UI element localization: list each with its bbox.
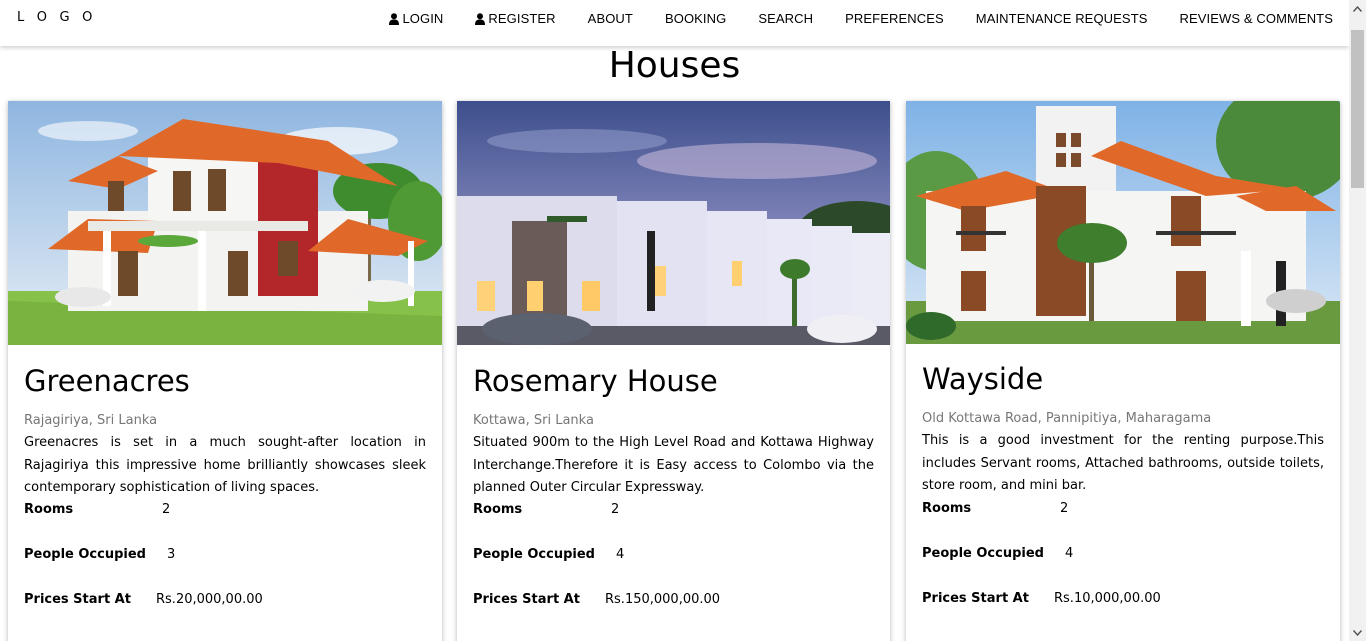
house-name[interactable]: Rosemary House (473, 363, 874, 399)
nav-register-link[interactable]: REGISTER (459, 0, 571, 37)
scroll-up-arrow-icon[interactable] (1349, 0, 1366, 17)
house-location: Rajagiriya, Sri Lanka (24, 413, 158, 428)
price-value: Rs.150,000,00.00 (605, 591, 721, 607)
rooms-value: 2 (1060, 500, 1069, 516)
rooms-label: Rooms (922, 500, 972, 516)
house-location: Kottawa, Sri Lanka (473, 413, 594, 428)
page-scrollbar[interactable] (1349, 0, 1366, 641)
house-description: Situated 900m to the High Level Road and… (473, 435, 874, 495)
people-occupied-label: People Occupied (24, 546, 146, 562)
people-occupied-row: People Occupied 4 (922, 545, 1324, 563)
rooms-value: 2 (162, 501, 171, 517)
price-label: Prices Start At (922, 590, 1029, 606)
house-card-wayside[interactable]: Wayside Old Kottawa Road, Pannipitiya, M… (906, 101, 1340, 641)
house-name[interactable]: Greenacres (24, 363, 426, 399)
people-occupied-value: 3 (167, 546, 176, 562)
nav-about-link[interactable]: ABOUT (572, 0, 649, 37)
people-occupied-label: People Occupied (473, 546, 595, 562)
rooms-row: Rooms 2 (922, 500, 1324, 518)
house-name[interactable]: Wayside (922, 361, 1324, 397)
house-description: Greenacres is set in a much sought-after… (24, 435, 426, 495)
rooms-label: Rooms (473, 501, 523, 517)
people-occupied-label: People Occupied (922, 545, 1044, 561)
price-label: Prices Start At (24, 591, 131, 607)
scroll-down-arrow-icon[interactable] (1349, 624, 1366, 641)
rooms-row: Rooms 2 (473, 501, 874, 519)
scrollbar-thumb[interactable] (1351, 30, 1364, 188)
house-description: This is a good investment for the rentin… (922, 433, 1324, 493)
nav-register-label: REGISTER (488, 11, 556, 26)
price-label: Prices Start At (473, 591, 580, 607)
people-occupied-value: 4 (616, 546, 625, 562)
price-row: Prices Start At Rs.20,000,00.00 (24, 591, 426, 609)
house-photo[interactable] (906, 101, 1340, 344)
house-photo[interactable] (457, 101, 890, 345)
user-icon (389, 12, 400, 25)
nav-preferences-link[interactable]: PREFERENCES (829, 0, 960, 37)
nav-login-label: LOGIN (402, 11, 444, 26)
logo[interactable]: L O G O (17, 10, 97, 25)
price-value: Rs.10,000,00.00 (1054, 590, 1161, 606)
user-icon (475, 12, 486, 25)
nav-booking-link[interactable]: BOOKING (649, 0, 742, 37)
rooms-row: Rooms 2 (24, 501, 426, 519)
house-card-greenacres[interactable]: Greenacres Rajagiriya, Sri Lanka Greenac… (8, 101, 442, 641)
top-navbar: L O G O LOGIN REGISTER ABOUT BOOKING SEA… (0, 0, 1349, 46)
people-occupied-row: People Occupied 4 (473, 546, 874, 564)
price-row: Prices Start At Rs.10,000,00.00 (922, 590, 1324, 608)
house-photo[interactable] (8, 101, 442, 345)
nav-login-link[interactable]: LOGIN (373, 0, 459, 37)
house-location: Old Kottawa Road, Pannipitiya, Maharagam… (922, 411, 1212, 426)
rooms-value: 2 (611, 501, 620, 517)
house-card-rosemary-house[interactable]: Rosemary House Kottawa, Sri Lanka Situat… (457, 101, 890, 641)
nav-search-link[interactable]: SEARCH (742, 0, 829, 37)
people-occupied-row: People Occupied 3 (24, 546, 426, 564)
rooms-label: Rooms (24, 501, 74, 517)
nav-maintenance-link[interactable]: MAINTENANCE REQUESTS (960, 0, 1164, 37)
nav-menu: LOGIN REGISTER ABOUT BOOKING SEARCH PREF… (373, 0, 1333, 37)
price-value: Rs.20,000,00.00 (156, 591, 263, 607)
nav-reviews-link[interactable]: REVIEWS & COMMENTS (1164, 0, 1333, 37)
page-title: Houses (608, 45, 741, 86)
people-occupied-value: 4 (1065, 545, 1074, 561)
price-row: Prices Start At Rs.150,000,00.00 (473, 591, 874, 609)
